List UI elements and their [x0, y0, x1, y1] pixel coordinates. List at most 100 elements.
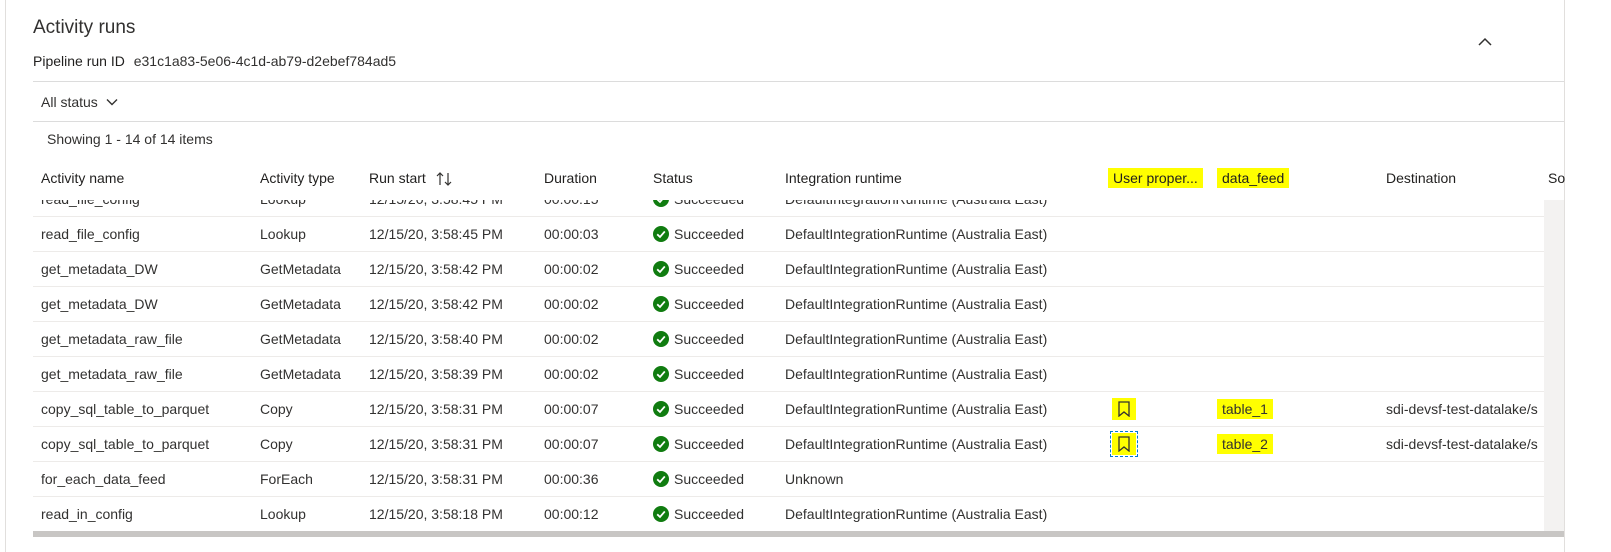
status-cell: Succeeded	[653, 252, 744, 286]
column-header-user-properties[interactable]: User proper...	[1108, 160, 1203, 200]
column-header-status[interactable]: Status	[653, 160, 693, 200]
table-row[interactable]: copy_sql_table_to_parquet Copy 12/15/20, 3…	[33, 392, 1544, 427]
collapse-button[interactable]	[1474, 31, 1496, 53]
status-cell: Succeeded	[653, 287, 744, 321]
activity-name-cell[interactable]: get_metadata_DW	[41, 252, 158, 286]
table-row[interactable]: for_each_data_feed ForEach 12/15/20, 3:58:…	[33, 462, 1544, 497]
user-properties-button[interactable]	[1112, 398, 1136, 420]
activity-name-cell[interactable]: read_in_config	[41, 497, 133, 531]
vertical-scrollbar[interactable]	[1544, 200, 1564, 531]
checkmark-circle-icon	[653, 296, 669, 312]
run-start-cell: 12/15/20, 3:58:31 PM	[369, 471, 503, 487]
status-cell: Succeeded	[653, 357, 744, 391]
integration-runtime-cell: DefaultIntegrationRuntime (Australia Eas…	[785, 261, 1048, 277]
column-header-duration[interactable]: Duration	[544, 160, 597, 200]
activity-type-cell: Lookup	[260, 506, 306, 522]
status-filter-dropdown[interactable]: All status	[41, 94, 118, 110]
activity-type-cell: Copy	[260, 401, 293, 417]
status-text: Succeeded	[674, 506, 745, 522]
activity-name-cell[interactable]: get_metadata_raw_file	[41, 357, 183, 391]
divider	[33, 81, 1564, 82]
destination-cell[interactable]: sdi-devsf-test-datalake/s	[1386, 427, 1538, 461]
run-start-cell: 12/15/20, 3:58:39 PM	[369, 366, 503, 382]
integration-runtime-cell: DefaultIntegrationRuntime (Australia Eas…	[785, 401, 1048, 417]
column-header-activity-name[interactable]: Activity name	[41, 160, 124, 200]
table-row[interactable]: read_in_config Lookup 12/15/20, 3:58:18 PM…	[33, 497, 1544, 531]
column-header-destination[interactable]: Destination	[1386, 160, 1456, 200]
table-row[interactable]: get_metadata_raw_file GetMetadata 12/15/20…	[33, 322, 1544, 357]
table-row[interactable]: get_metadata_raw_file GetMetadata 12/15/20…	[33, 357, 1544, 392]
activity-type-cell: GetMetadata	[260, 366, 341, 382]
destination-cell[interactable]: sdi-devsf-test-datalake/s	[1386, 392, 1538, 426]
checkmark-circle-icon	[653, 366, 669, 382]
horizontal-scrollbar[interactable]	[33, 531, 1564, 537]
activity-runs-table: read_file_config Lookup 12/15/20, 3:58:45 …	[33, 200, 1544, 531]
integration-runtime-cell: DefaultIntegrationRuntime (Australia Eas…	[785, 296, 1048, 312]
activity-name-cell[interactable]: copy_sql_table_to_parquet	[41, 427, 209, 461]
duration-cell: 00:00:07	[544, 436, 599, 452]
status-text: Succeeded	[674, 226, 745, 242]
activity-name-cell[interactable]: get_metadata_raw_file	[41, 322, 183, 356]
table-row[interactable]: copy_sql_table_to_parquet Copy 12/15/20, 3…	[33, 427, 1544, 462]
left-border	[5, 0, 6, 552]
checkmark-circle-icon	[653, 200, 669, 207]
checkmark-circle-icon	[653, 436, 669, 452]
activity-type-cell: GetMetadata	[260, 296, 341, 312]
activity-type-cell: Lookup	[260, 200, 306, 216]
activity-name-cell[interactable]: get_metadata_DW	[41, 287, 158, 321]
status-cell: Succeeded	[653, 392, 744, 426]
activity-type-cell: ForEach	[260, 471, 313, 487]
integration-runtime-cell: DefaultIntegrationRuntime (Australia Eas…	[785, 200, 1047, 216]
data-feed-cell: table_2	[1217, 427, 1273, 461]
bookmark-icon	[1118, 436, 1130, 452]
checkmark-circle-icon	[653, 401, 669, 417]
run-start-cell: 12/15/20, 3:58:31 PM	[369, 401, 503, 417]
duration-cell: 00:00:12	[544, 506, 599, 522]
items-count: Showing 1 - 14 of 14 items	[47, 131, 213, 147]
activity-type-cell: Lookup	[260, 226, 306, 242]
activity-name-cell[interactable]: copy_sql_table_to_parquet	[41, 392, 209, 426]
column-header-source[interactable]: So	[1548, 160, 1565, 200]
run-id-value: e31c1a83-5e06-4c1d-ab79-d2ebef784ad5	[133, 53, 397, 69]
chevron-up-icon	[1478, 37, 1492, 46]
status-cell: Succeeded	[653, 322, 744, 356]
status-filter-label: All status	[41, 94, 98, 110]
activity-name-cell[interactable]: for_each_data_feed	[41, 462, 166, 496]
data-feed-value: table_2	[1217, 434, 1273, 454]
divider	[33, 121, 1564, 122]
bookmark-icon	[1118, 401, 1130, 417]
duration-cell: 00:00:02	[544, 261, 599, 277]
table-row[interactable]: read_file_config Lookup 12/15/20, 3:58:45 …	[33, 200, 1544, 217]
checkmark-circle-icon	[653, 471, 669, 487]
page-title: Activity runs	[33, 17, 136, 38]
pipeline-run-id: Pipeline run ID e31c1a83-5e06-4c1d-ab79-…	[33, 53, 396, 69]
column-header-integration-runtime[interactable]: Integration runtime	[785, 160, 902, 200]
duration-cell: 00:00:36	[544, 471, 599, 487]
duration-cell: 00:00:02	[544, 366, 599, 382]
column-header-run-start[interactable]: Run start	[369, 160, 452, 200]
activity-type-cell: GetMetadata	[260, 331, 341, 347]
integration-runtime-cell: DefaultIntegrationRuntime (Australia Eas…	[785, 331, 1048, 347]
status-cell: Succeeded	[653, 200, 744, 216]
integration-runtime-cell: Unknown	[785, 471, 844, 487]
sort-arrows-icon[interactable]	[436, 172, 452, 187]
column-header-activity-type[interactable]: Activity type	[260, 160, 335, 200]
run-id-label: Pipeline run ID	[33, 53, 125, 69]
integration-runtime-cell: DefaultIntegrationRuntime (Australia Eas…	[785, 436, 1048, 452]
activity-type-cell: GetMetadata	[260, 261, 341, 277]
duration-cell: 00:00:03	[544, 226, 599, 242]
user-properties-button[interactable]	[1110, 431, 1138, 457]
run-start-cell: 12/15/20, 3:58:31 PM	[369, 436, 503, 452]
status-text: Succeeded	[674, 401, 745, 417]
table-row[interactable]: get_metadata_DW GetMetadata 12/15/20, 3:58…	[33, 252, 1544, 287]
table-row[interactable]: read_file_config Lookup 12/15/20, 3:58:45 …	[33, 217, 1544, 252]
status-cell: Succeeded	[653, 217, 744, 251]
column-header-data-feed[interactable]: data_feed	[1217, 160, 1290, 200]
status-text: Succeeded	[674, 471, 745, 487]
duration-cell: 00:00:07	[544, 401, 599, 417]
data-feed-value: table_1	[1217, 399, 1273, 419]
table-row[interactable]: get_metadata_DW GetMetadata 12/15/20, 3:58…	[33, 287, 1544, 322]
run-start-cell: 12/15/20, 3:58:42 PM	[369, 261, 503, 277]
activity-name-cell[interactable]: read_file_config	[41, 217, 140, 251]
activity-name-cell[interactable]: read_file_config	[41, 200, 140, 216]
